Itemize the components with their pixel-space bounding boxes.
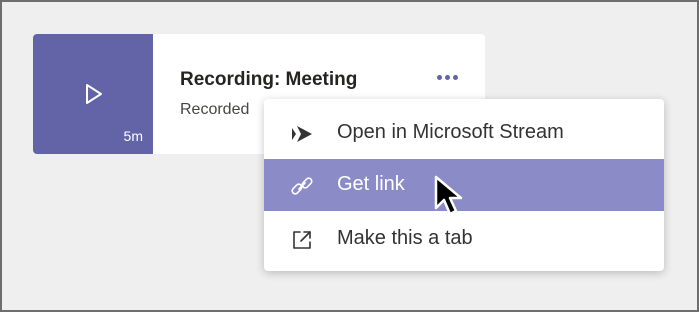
menu-item-make-tab[interactable]: Make this a tab [264,213,664,265]
open-external-icon [293,231,311,249]
recording-title[interactable]: Recording: Meeting [180,69,357,91]
recording-thumbnail[interactable]: 5m [33,34,153,154]
menu-item-open-in-stream[interactable]: Open in Microsoft Stream [264,107,664,159]
recording-duration: 5m [123,128,143,144]
play-icon[interactable] [83,82,105,106]
menu-item-label: Open in Microsoft Stream [337,121,564,143]
more-dot-icon [445,75,450,80]
more-dot-icon [453,75,458,80]
stream-icon [292,126,312,142]
menu-item-label: Make this a tab [337,227,473,249]
link-icon [291,177,313,195]
screenshot-frame: 5m Recording: Meeting Recorded Open in M… [0,0,699,312]
more-dot-icon [437,75,442,80]
menu-item-label: Get link [337,173,405,195]
mouse-cursor-icon [434,175,463,216]
recording-subtitle: Recorded [180,101,250,118]
more-options-button[interactable] [433,70,463,86]
